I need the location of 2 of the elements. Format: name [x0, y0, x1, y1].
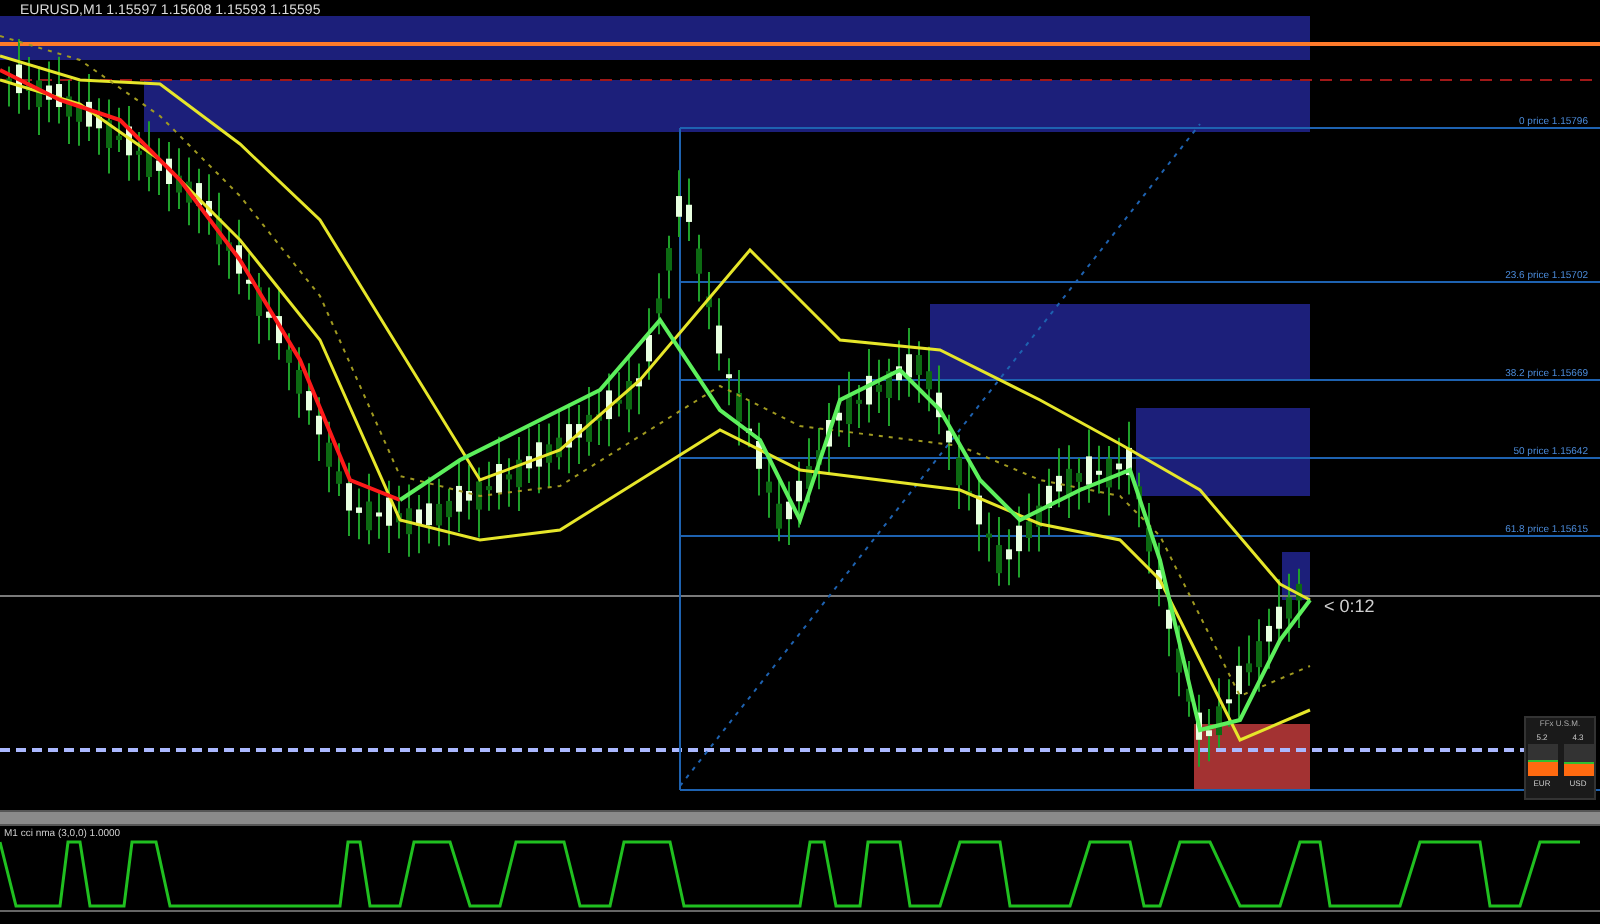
- panel-separator[interactable]: [0, 810, 1600, 826]
- bar-timer: < 0:12: [1324, 594, 1375, 620]
